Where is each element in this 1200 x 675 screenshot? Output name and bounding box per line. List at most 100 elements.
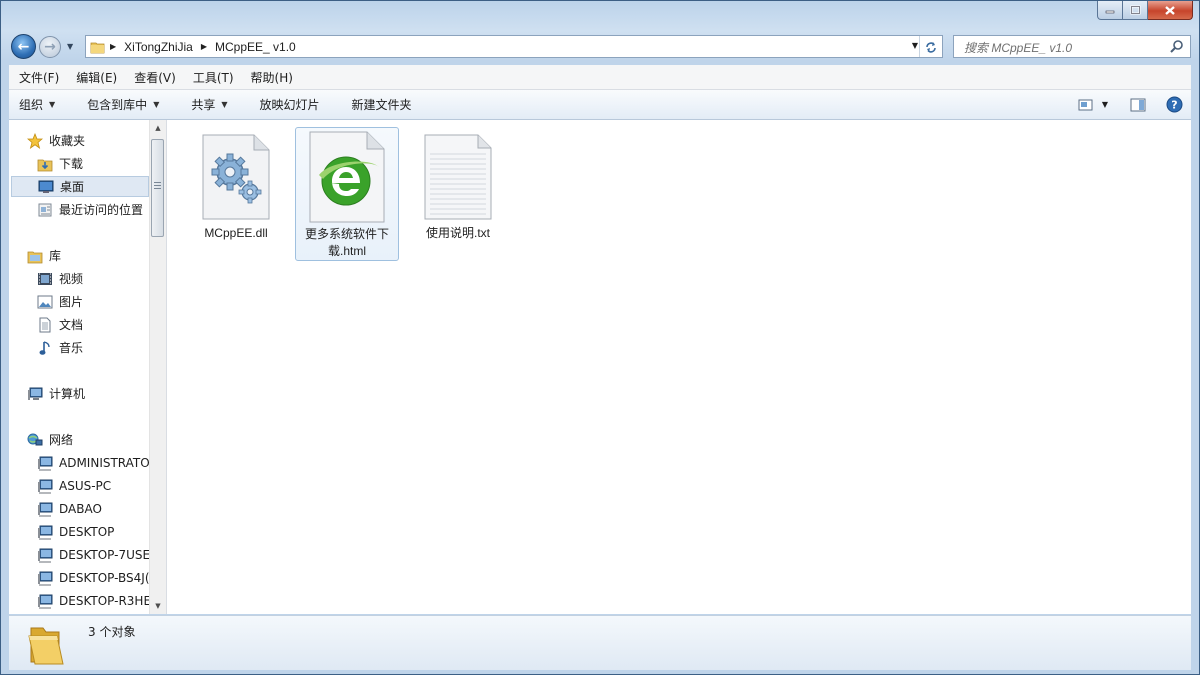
network-icon xyxy=(27,432,43,448)
dll-gears-icon xyxy=(202,134,270,220)
refresh-button[interactable] xyxy=(919,36,942,57)
new-folder-button[interactable]: 新建文件夹 xyxy=(343,90,421,119)
libraries-icon xyxy=(27,248,43,264)
chevron-down-icon: ▼ xyxy=(49,100,56,109)
scroll-down-arrow[interactable]: ▼ xyxy=(150,598,166,614)
menu-bar: 文件(F) 编辑(E) 查看(V) 工具(T) 帮助(H) xyxy=(9,65,1191,90)
include-in-library-button[interactable]: 包含到库中 ▼ xyxy=(78,90,168,119)
nav-label: DESKTOP-BS4J( xyxy=(59,570,150,585)
grip-icon xyxy=(154,182,161,191)
forward-button[interactable]: → xyxy=(39,36,61,58)
nav-network-computer-dabao[interactable]: DABAO xyxy=(37,498,166,519)
include-in-library-label: 包含到库中 xyxy=(87,98,148,112)
downloads-folder-icon xyxy=(37,156,53,172)
maximize-icon xyxy=(1130,5,1140,15)
minimize-button[interactable] xyxy=(1097,1,1123,20)
nav-network-computer-desktop-bs4j[interactable]: DESKTOP-BS4J( xyxy=(37,567,166,588)
nav-libraries[interactable]: 库 xyxy=(27,245,166,266)
nav-downloads[interactable]: 下载 xyxy=(37,153,166,174)
nav-music[interactable]: 音乐 xyxy=(37,337,166,358)
nav-network-computer-asus-pc[interactable]: ASUS-PC xyxy=(37,475,166,496)
folder-small-icon xyxy=(86,40,106,54)
close-button[interactable] xyxy=(1148,1,1193,20)
nav-buttons: ← → ▼ xyxy=(11,34,83,60)
menu-tools[interactable]: 工具(T) xyxy=(183,69,241,86)
nav-network-computer-desktop[interactable]: DESKTOP xyxy=(37,521,166,542)
folder-icon xyxy=(27,622,69,669)
nav-computer[interactable]: 计算机 xyxy=(27,383,166,404)
svg-text:?: ? xyxy=(1171,99,1177,112)
change-view-button[interactable]: ▼ xyxy=(1078,98,1108,112)
nav-network-computer-desktop-7use[interactable]: DESKTOP-7USE xyxy=(37,544,166,565)
address-bar[interactable]: ▶ XiTongZhiJia ▶ MCppEE_ v1.0 ▼ xyxy=(85,35,943,58)
help-button[interactable]: ? xyxy=(1166,96,1183,113)
nav-label: DESKTOP xyxy=(59,524,115,539)
navigation-pane: 收藏夹 下载 桌面 最近访问的位置 库 视频 图片 文档 音乐 计算机 网络 A… xyxy=(9,120,167,614)
arrow-left-icon: ← xyxy=(17,38,30,55)
star-icon xyxy=(27,132,43,149)
file-name: MCppEE.dll xyxy=(204,226,268,240)
breadcrumb-xitongzhijia[interactable]: XiTongZhiJia xyxy=(120,40,197,54)
nav-videos[interactable]: 视频 xyxy=(37,268,166,289)
computer-icon xyxy=(27,386,43,402)
nav-label: 下载 xyxy=(59,157,84,171)
menu-help[interactable]: 帮助(H) xyxy=(241,69,300,86)
nav-label: ADMINISTRATO xyxy=(59,455,150,470)
file-item-mcppee-dll[interactable]: MCppEE.dll xyxy=(184,127,288,261)
preview-pane-button[interactable] xyxy=(1130,98,1146,112)
nav-label: 图片 xyxy=(59,295,84,309)
search-input[interactable] xyxy=(962,37,1166,58)
nav-label: 网络 xyxy=(49,433,74,447)
nav-documents[interactable]: 文档 xyxy=(37,314,166,335)
nav-network-computer-desktop-r3he[interactable]: DESKTOP-R3HE xyxy=(37,590,166,611)
nav-favorites[interactable]: 收藏夹 xyxy=(27,130,166,151)
search-box[interactable] xyxy=(953,35,1191,58)
organize-button[interactable]: 组织 ▼ xyxy=(9,90,64,119)
file-item-more-software-html[interactable]: 更多系统软件下载.html xyxy=(295,127,399,261)
menu-file[interactable]: 文件(F) xyxy=(9,69,66,86)
nav-label: 视频 xyxy=(59,272,84,286)
nav-network[interactable]: 网络 xyxy=(27,429,166,450)
view-options-icon xyxy=(1078,99,1093,110)
arrow-right-icon: → xyxy=(44,39,56,55)
share-button[interactable]: 共享 ▼ xyxy=(182,90,236,119)
breadcrumb-separator[interactable]: ▶ xyxy=(197,42,211,51)
text-file-icon xyxy=(424,134,492,220)
window-controls xyxy=(1097,1,1193,20)
menu-edit[interactable]: 编辑(E) xyxy=(66,69,124,86)
file-item-readme-txt[interactable]: 使用说明.txt xyxy=(406,127,510,261)
network-computer-icon xyxy=(37,593,53,609)
nav-network-computer-administrator[interactable]: ADMINISTRATO xyxy=(37,452,166,473)
breadcrumb-separator[interactable]: ▶ xyxy=(106,42,120,51)
details-pane: 3 个对象 xyxy=(9,615,1191,670)
menu-view[interactable]: 查看(V) xyxy=(124,69,183,86)
nav-pictures[interactable]: 图片 xyxy=(37,291,166,312)
close-icon xyxy=(1165,5,1175,15)
file-list: MCppEE.dll 更多系统软件下载.html 使用说明.txt xyxy=(167,120,1191,614)
desktop-icon xyxy=(38,179,54,195)
scroll-thumb[interactable] xyxy=(151,139,164,237)
breadcrumb-current-folder[interactable]: MCppEE_ v1.0 xyxy=(211,40,300,54)
nav-label: 收藏夹 xyxy=(49,134,86,148)
maximize-button[interactable] xyxy=(1123,1,1148,20)
back-button[interactable]: ← xyxy=(11,34,36,59)
pictures-icon xyxy=(37,294,53,310)
slideshow-button[interactable]: 放映幻灯片 xyxy=(251,90,329,119)
scroll-up-arrow[interactable]: ▲ xyxy=(150,120,166,136)
nav-label: DESKTOP-7USE xyxy=(59,547,151,562)
nav-label: 桌面 xyxy=(60,180,85,194)
network-computer-icon xyxy=(37,455,53,471)
network-computer-icon xyxy=(37,570,53,586)
chevron-down-icon: ▼ xyxy=(1101,100,1108,109)
nav-desktop[interactable]: 桌面 xyxy=(11,176,149,197)
minimize-icon xyxy=(1105,10,1115,14)
recent-pages-dropdown[interactable]: ▼ xyxy=(67,42,73,51)
video-icon xyxy=(37,271,53,287)
address-history-dropdown[interactable]: ▼ xyxy=(912,41,918,50)
nav-scrollbar[interactable]: ▲ ▼ xyxy=(149,120,166,614)
refresh-icon xyxy=(926,41,936,53)
search-icon[interactable] xyxy=(1170,39,1184,56)
network-computer-icon xyxy=(37,547,53,563)
nav-label: DABAO xyxy=(59,501,102,516)
nav-recent-places[interactable]: 最近访问的位置 xyxy=(37,199,166,220)
